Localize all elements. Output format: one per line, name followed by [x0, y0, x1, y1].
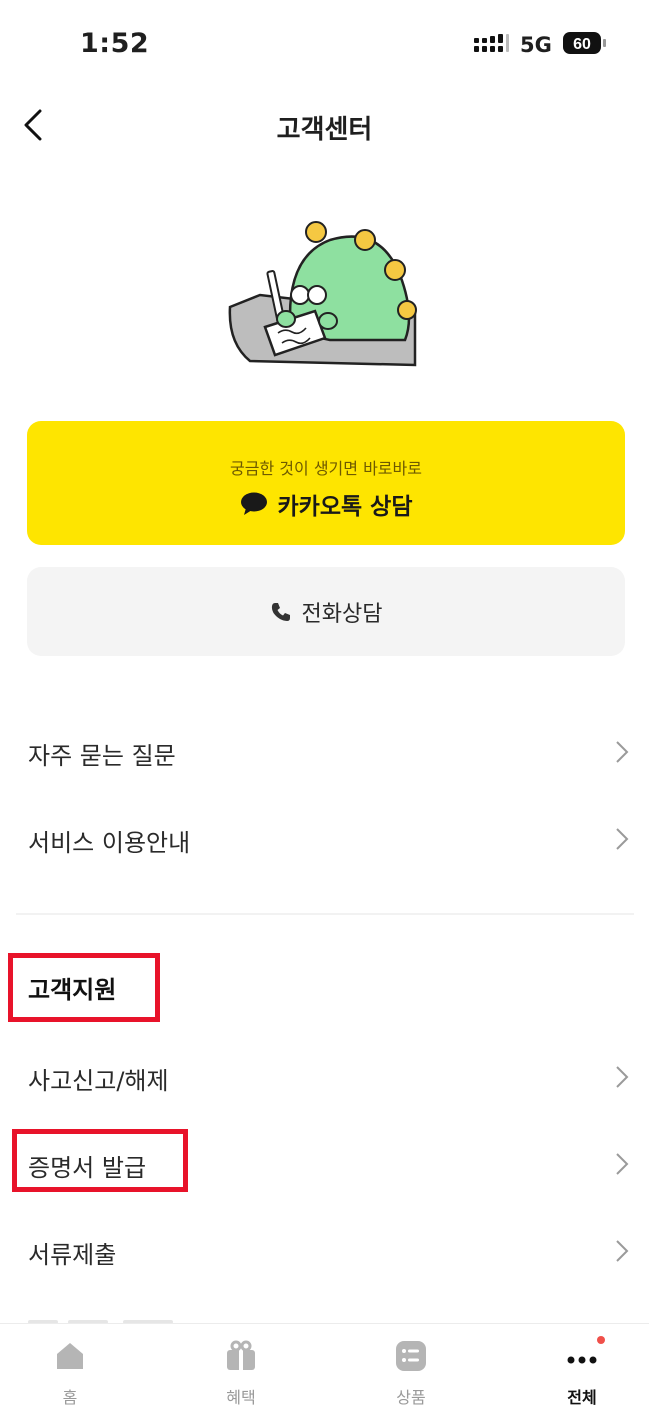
- mascot-illustration: [228, 221, 417, 367]
- chevron-right-icon: [616, 741, 629, 763]
- menu-label-faq: 자주 묻는 질문: [28, 742, 176, 770]
- chevron-right-icon: [616, 828, 629, 850]
- battery-level: 60: [573, 36, 591, 53]
- gift-icon: [227, 1340, 255, 1370]
- highlight-box-support-title: [8, 953, 160, 1022]
- menu-label-document-submit: 서류제출: [28, 1241, 117, 1269]
- chevron-right-icon: [616, 1066, 629, 1088]
- phone-label: 전화상담: [301, 601, 383, 627]
- phone-consult-button[interactable]: 전화상담: [27, 567, 625, 656]
- tab-benefits[interactable]: 혜택: [181, 1324, 301, 1427]
- home-icon: [57, 1343, 83, 1369]
- tab-home[interactable]: 홈: [10, 1324, 130, 1427]
- menu-item-faq[interactable]: 자주 묻는 질문: [0, 716, 649, 788]
- status-bar: 1:52 5G 60: [0, 0, 649, 90]
- kakao-subtitle: 궁금한 것이 생기면 바로바로: [230, 459, 422, 478]
- chevron-right-icon: [616, 1153, 629, 1175]
- menu-item-document-submit[interactable]: 서류제출: [0, 1215, 649, 1287]
- menu-item-accident-report[interactable]: 사고신고/해제: [0, 1041, 649, 1113]
- tab-label-home: 홈: [62, 1388, 78, 1407]
- battery-icon: 60: [563, 32, 606, 54]
- menu-label-accident-report: 사고신고/해제: [28, 1067, 169, 1095]
- list-icon: [396, 1341, 426, 1371]
- more-icon: [567, 1356, 597, 1364]
- page-title: 고객센터: [276, 115, 373, 145]
- tab-label-products: 상품: [396, 1388, 426, 1407]
- menu-item-service-guide[interactable]: 서비스 이용안내: [0, 803, 649, 875]
- chevron-right-icon: [616, 1240, 629, 1262]
- section-divider: [16, 913, 634, 915]
- phone-icon: [271, 602, 290, 621]
- highlight-box-certificate: [12, 1129, 188, 1192]
- tab-label-benefits: 혜택: [226, 1388, 256, 1407]
- menu-label-service-guide: 서비스 이용안내: [28, 829, 191, 857]
- bottom-tab-bar: 홈 혜택 상품 전체: [0, 1323, 649, 1427]
- tab-all[interactable]: 전체: [522, 1324, 642, 1427]
- tab-label-all: 전체: [567, 1388, 597, 1407]
- notification-dot: [597, 1336, 605, 1344]
- kakao-main: 카카오톡 상담: [27, 487, 625, 521]
- kakao-label: 카카오톡 상담: [277, 494, 413, 520]
- status-time: 1:52: [80, 28, 150, 59]
- signal-icon: [474, 34, 509, 52]
- network-type: 5G: [520, 33, 552, 57]
- speech-bubble-icon: [240, 492, 267, 515]
- kakaotalk-consult-button[interactable]: 궁금한 것이 생기면 바로바로 카카오톡 상담: [27, 421, 625, 545]
- header: 고객센터: [0, 95, 649, 155]
- tab-products[interactable]: 상품: [351, 1324, 471, 1427]
